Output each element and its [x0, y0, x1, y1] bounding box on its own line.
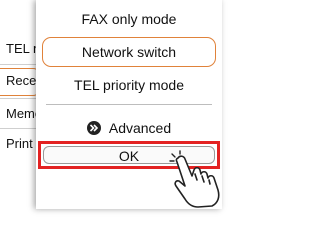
advanced-button[interactable]: Advanced: [42, 116, 216, 140]
pointing-hand-icon: [169, 150, 220, 208]
fax-only-mode-option[interactable]: FAX only mode: [42, 6, 216, 32]
advanced-label: Advanced: [108, 120, 172, 136]
menu-divider: [46, 104, 212, 105]
tel-priority-mode-option[interactable]: TEL priority mode: [42, 72, 216, 98]
network-switch-option[interactable]: Network switch: [42, 37, 216, 67]
double-chevron-icon: [86, 121, 101, 135]
